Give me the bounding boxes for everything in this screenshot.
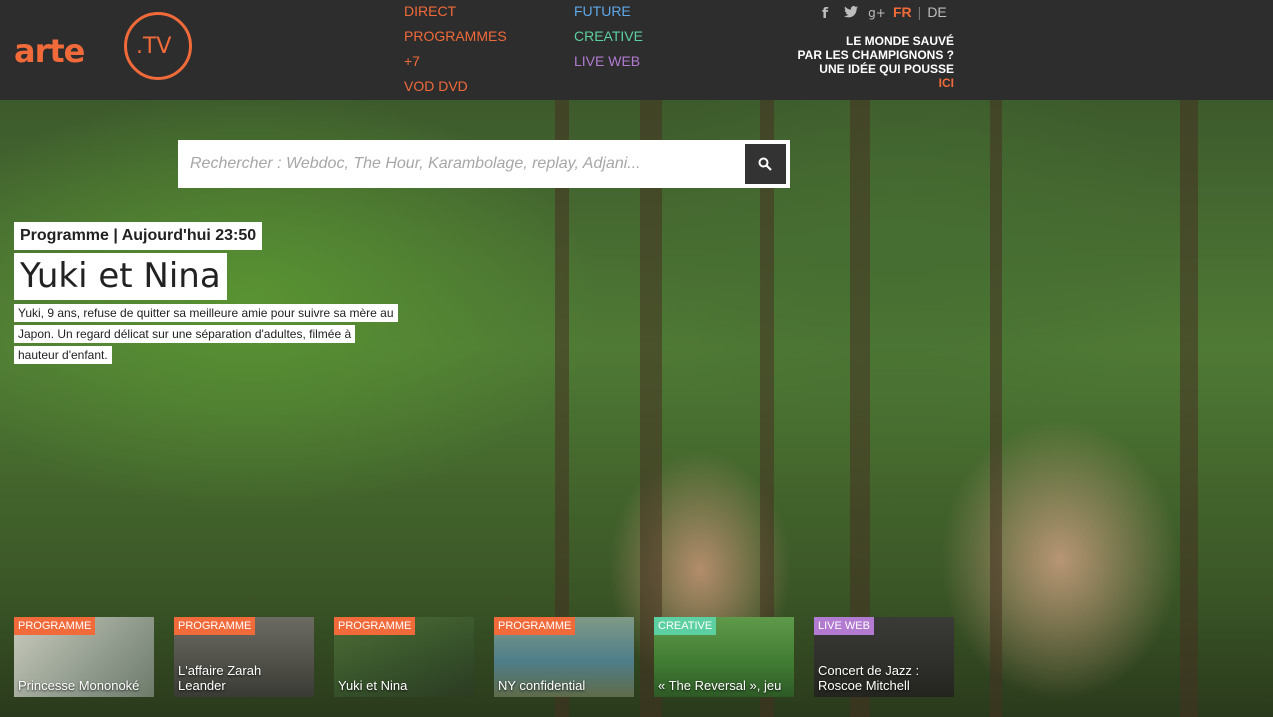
program-card[interactable]: PROGRAMME Yuki et Nina	[334, 617, 474, 697]
promo-line-1: LE MONDE SAUVÉ	[845, 34, 954, 48]
program-card[interactable]: PROGRAMME NY confidential	[494, 617, 634, 697]
search-icon	[758, 157, 772, 171]
card-tag: PROGRAMME	[334, 617, 416, 635]
main-nav-secondary: FUTURE CREATIVE LIVE WEB	[574, 4, 643, 79]
nav-direct[interactable]: DIRECT	[404, 4, 507, 29]
header-promo: LE MONDE SAUVÉ PAR LES CHAMPIGNONS ? UNE…	[798, 34, 954, 90]
nav-creative[interactable]: CREATIVE	[574, 29, 643, 54]
nav-future[interactable]: FUTURE	[574, 4, 643, 29]
card-title: NY confidential	[498, 678, 586, 693]
card-title: « The Reversal », jeu	[658, 678, 782, 693]
arte-tv-logo[interactable]: arte .TV	[12, 12, 202, 88]
social-links: f g+	[812, 6, 890, 22]
card-tag: PROGRAMME	[494, 617, 576, 635]
featured-title[interactable]: Yuki et Nina	[14, 253, 227, 300]
search-bar	[178, 140, 790, 188]
google-plus-icon[interactable]: g+	[864, 6, 890, 22]
card-tag: PROGRAMME	[174, 617, 256, 635]
promo-link[interactable]: ICI	[798, 76, 954, 90]
card-title: Yuki et Nina	[338, 678, 408, 693]
program-card[interactable]: PROGRAMME L'affaire Zarah Leander	[174, 617, 314, 697]
featured-label: Programme | Aujourd'hui 23:50	[14, 222, 263, 250]
program-card[interactable]: LIVE WEB Concert de Jazz : Roscoe Mitche…	[814, 617, 954, 697]
card-title: Concert de Jazz : Roscoe Mitchell	[818, 663, 920, 693]
main-nav-primary: DIRECT PROGRAMMES +7 VOD DVD	[404, 4, 507, 104]
facebook-icon[interactable]: f	[812, 6, 838, 22]
program-card[interactable]: CREATIVE « The Reversal », jeu	[654, 617, 794, 697]
featured-description-text: Yuki, 9 ans, refuse de quitter sa meille…	[14, 304, 398, 364]
language-switcher: FR | DE	[893, 4, 947, 20]
card-tag: CREATIVE	[654, 617, 717, 635]
tree-trunk	[1180, 100, 1198, 717]
card-title: L'affaire Zarah Leander	[178, 663, 262, 693]
card-tag: PROGRAMME	[14, 617, 96, 635]
nav-live-web[interactable]: LIVE WEB	[574, 54, 643, 79]
logo-suffix: .TV	[136, 34, 172, 59]
nav-programmes[interactable]: PROGRAMMES	[404, 29, 507, 54]
lang-fr[interactable]: FR	[893, 4, 912, 20]
tree-trunk	[990, 100, 1002, 717]
featured-description: Yuki, 9 ans, refuse de quitter sa meille…	[14, 303, 398, 366]
promo-line-3: UNE IDÉE QUI POUSSE	[819, 62, 954, 76]
card-tag: LIVE WEB	[814, 617, 874, 635]
promo-line-2: PAR LES CHAMPIGNONS ?	[797, 48, 954, 62]
nav-plus7[interactable]: +7	[404, 54, 507, 79]
logo-brand: arte	[14, 32, 85, 70]
twitter-icon[interactable]	[838, 6, 864, 22]
search-button[interactable]	[745, 144, 786, 184]
card-title: Princesse Mononoké	[18, 678, 140, 693]
lang-de[interactable]: DE	[927, 4, 946, 20]
lang-separator: |	[917, 4, 922, 20]
site-header: arte .TV DIRECT PROGRAMMES +7 VOD DVD FU…	[0, 0, 1273, 100]
program-card[interactable]: PROGRAMME Princesse Mononoké	[14, 617, 154, 697]
search-input[interactable]	[178, 140, 738, 188]
